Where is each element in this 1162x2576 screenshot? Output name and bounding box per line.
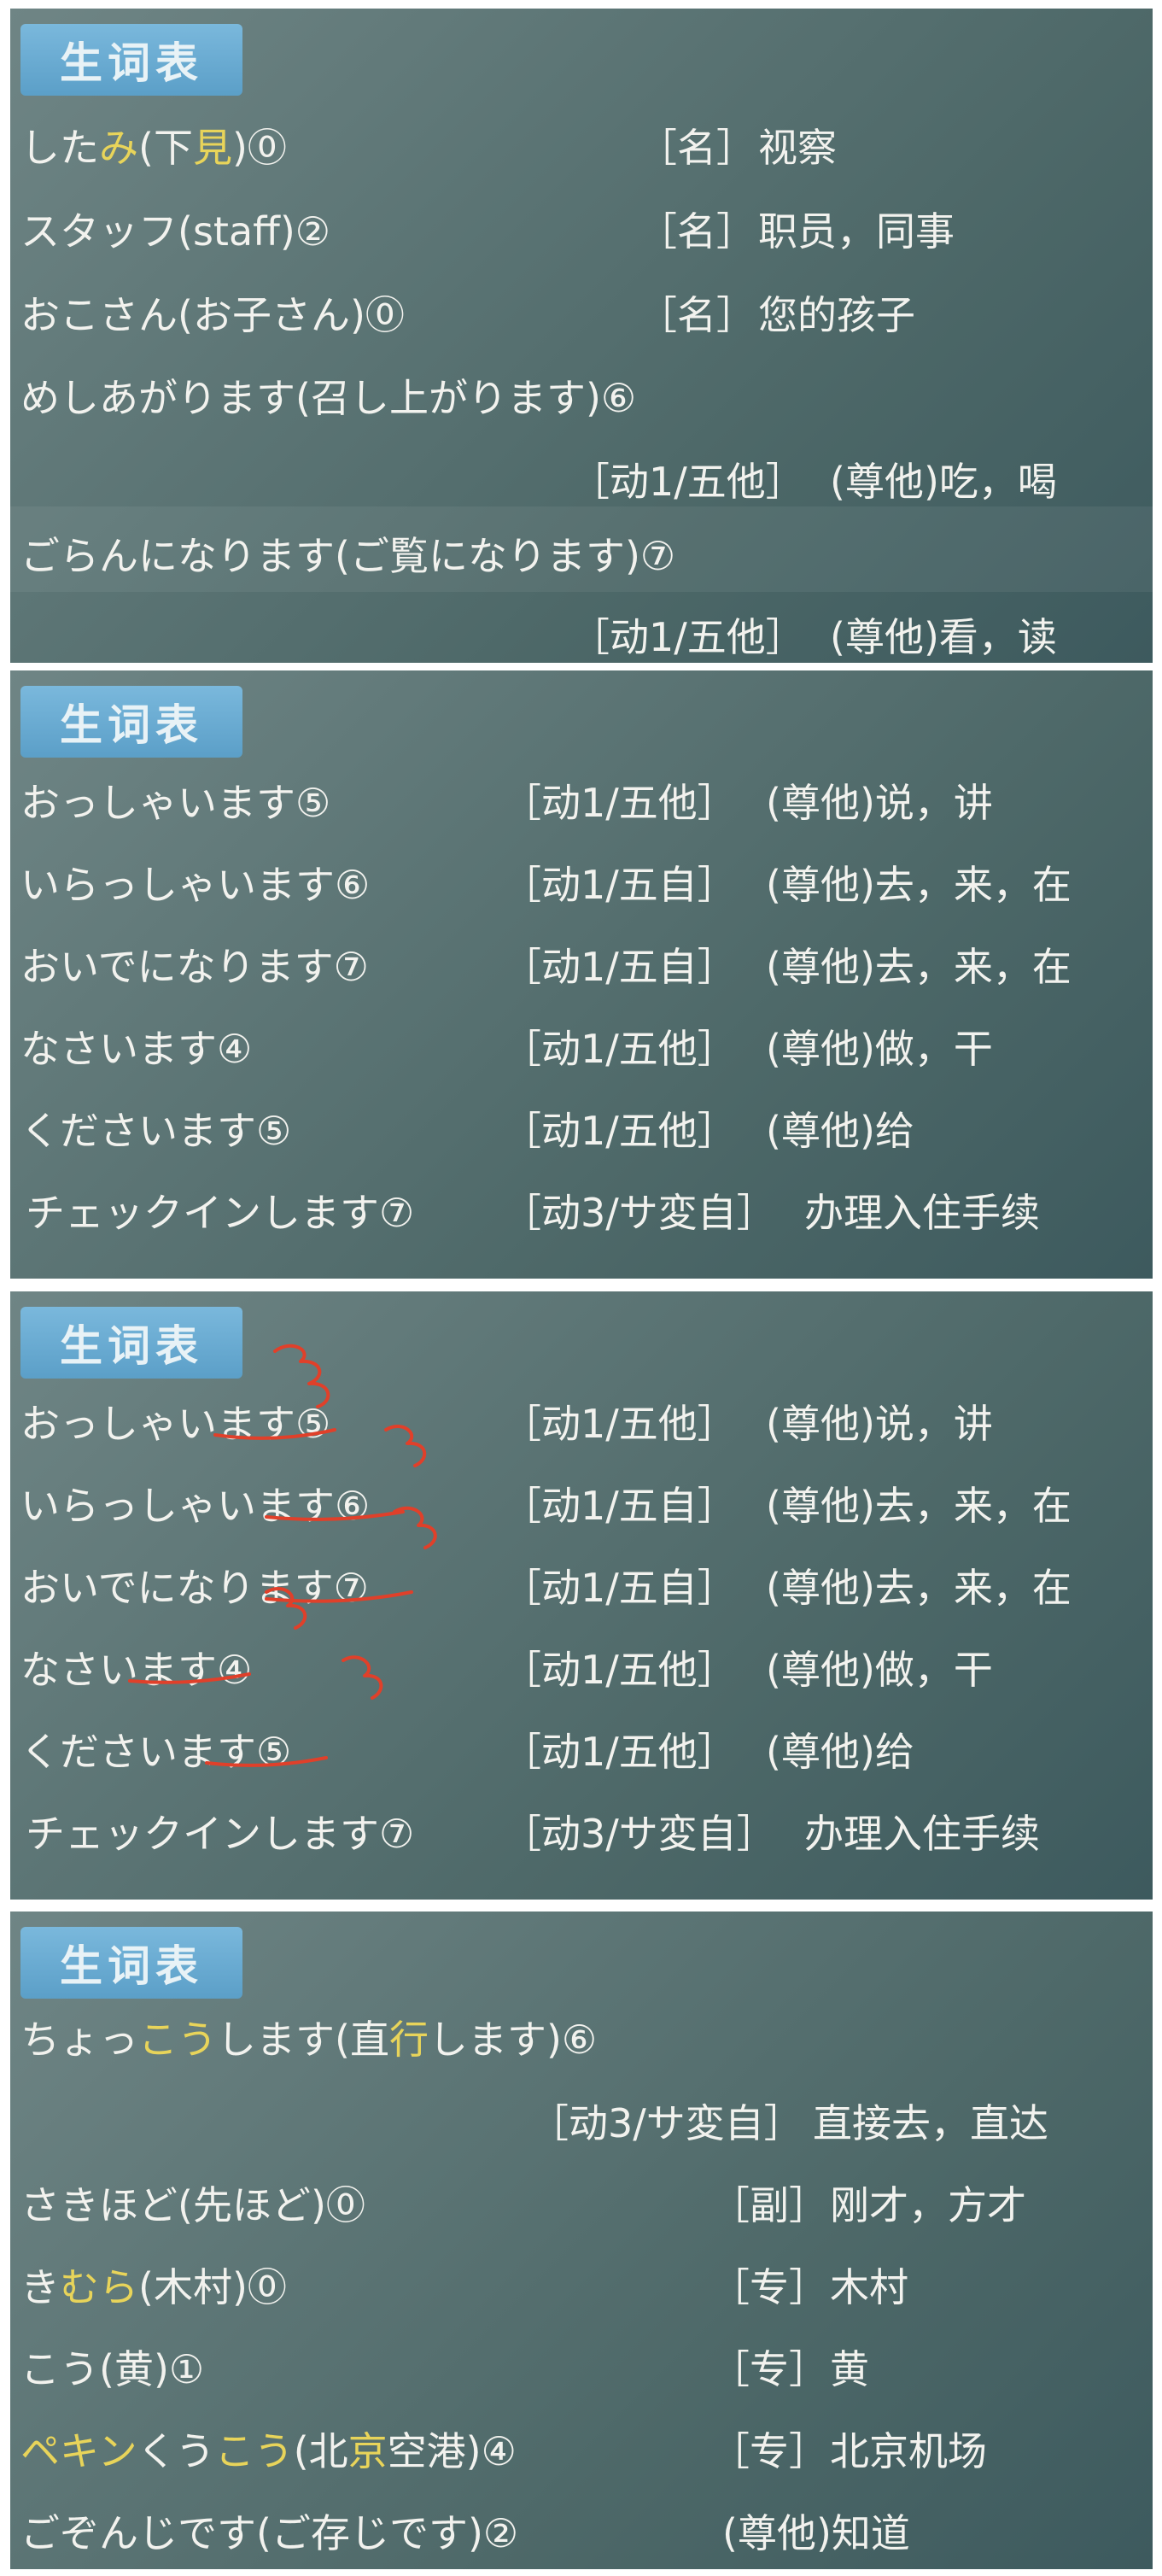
gloss: (尊他)给 <box>766 1108 914 1154</box>
gloss: (尊他)说，讲 <box>766 780 993 826</box>
word-chokkou: ちょっこうします(直行します)⑥ <box>20 2016 597 2064</box>
word-osshaimasu: おっしゃいます⑤ <box>20 780 331 826</box>
part-of-speech: ［专］ <box>710 2264 828 2310</box>
word-part: します(直 <box>217 2017 389 2063</box>
word-part-highlight: こう <box>214 2428 294 2474</box>
gloss: 职员，同事 <box>758 208 955 255</box>
underline-mark <box>205 1756 328 1767</box>
gloss: 黄 <box>830 2346 869 2392</box>
word-part: (北 <box>293 2428 348 2474</box>
word-kou: こう(黄)① <box>20 2346 205 2392</box>
gloss: 视察 <box>758 125 837 171</box>
word-part-highlight: 京 <box>347 2428 388 2474</box>
word-oideninarimasu: おいでになります⑦ <box>20 944 369 990</box>
word-meshiagarimasu: めしあがります(召し上がります)⑥ <box>20 375 637 421</box>
word-irasshaimasu: いらっしゃいます⑥ <box>20 862 371 908</box>
vocab-panel-4: 生词表 ちょっこうします(直行します)⑥ ［动3/サ変自］ 直接去，直达 さきほ… <box>10 1912 1153 2569</box>
word-part-highlight: 行 <box>388 2017 429 2063</box>
word-chekkuin: チェックインします⑦ <box>26 1190 415 1236</box>
part-of-speech: ［动1/五他］ <box>502 1026 737 1072</box>
word-part-highlight: キン <box>60 2428 137 2474</box>
word-part: ) <box>231 125 248 171</box>
word-okosan: おこさん(お子さん)⓪ <box>20 292 405 338</box>
word-shitami: したみ(下見)⓪ <box>20 124 287 172</box>
part-of-speech: ［动1/五他］ <box>502 1108 737 1154</box>
accent-wave-mark <box>384 1425 427 1467</box>
gloss: 办理入住手续 <box>804 1190 1040 1236</box>
word-part: (下 <box>138 125 193 171</box>
word-part: )④ <box>465 2428 517 2474</box>
vocab-panel-3: 生词表 おっしゃいます⑤ ［动1/五他］ (尊他)说，讲 いらっしゃいます⑥ ［… <box>10 1291 1153 1900</box>
part-of-speech: ［名］ <box>638 292 756 338</box>
word-part: ちょっ <box>20 2017 138 2063</box>
part-of-speech: ［名］ <box>638 208 756 255</box>
word-nasaimasu: なさいます④ <box>20 1026 253 1072</box>
word-part: 空港 <box>387 2428 466 2474</box>
word-part-highlight: むら <box>60 2264 138 2310</box>
part-of-speech: ［动3/サ変自］ <box>502 1190 776 1236</box>
underline-mark <box>128 1672 251 1684</box>
gloss: (尊他)去，来，在 <box>766 944 1071 990</box>
vocab-badge: 生词表 <box>20 686 242 758</box>
vocab-badge: 生词表 <box>20 24 242 96</box>
part-of-speech: ［动1/五他］ <box>570 459 805 505</box>
word-part-highlight: ペ <box>20 2428 60 2474</box>
word-part-highlight: こう <box>138 2017 217 2063</box>
gloss: (尊他)吃，喝 <box>830 459 1057 505</box>
part-of-speech: ［动1/五自］ <box>502 944 737 990</box>
underline-mark <box>265 1510 405 1521</box>
gloss: (尊他)知道 <box>722 2510 910 2556</box>
gloss: 木村 <box>830 2264 908 2310</box>
part-of-speech: ［专］ <box>710 2346 828 2392</box>
gloss: (尊他)去，来，在 <box>766 862 1071 908</box>
word-goran: ごらんになります(ご覧になります)⑦ <box>20 533 676 579</box>
accent-wave-mark <box>342 1655 383 1700</box>
accent-wave-mark <box>265 1587 307 1630</box>
word-pekinkuukou: ペキンくうこう(北京空港)④ <box>20 2427 517 2475</box>
word-sakihodo: さきほど(先ほど)⓪ <box>20 2182 365 2228</box>
accent-wave-mark <box>393 1506 437 1549</box>
vocab-panel-1: 生词表 したみ(下見)⓪ ［名］ 视察 スタッフ(staff)② ［名］ 职员，… <box>10 9 1153 663</box>
vocab-badge: 生词表 <box>20 1927 242 1999</box>
word-staff: スタッフ(staff)② <box>20 208 331 255</box>
word-part: き <box>20 2264 60 2310</box>
gloss: (尊他)做，干 <box>766 1026 993 1072</box>
word-gozonji: ごぞんじです(ご存じです)② <box>20 2510 519 2556</box>
gloss: 北京机场 <box>830 2428 987 2474</box>
word-kudasaimasu: くださいます⑤ <box>20 1108 292 1154</box>
part-of-speech: ［动1/五他］ <box>570 614 805 660</box>
word-part: くう <box>137 2428 215 2474</box>
part-of-speech: ［动1/五他］ <box>502 780 737 826</box>
part-of-speech: ［动1/五自］ <box>502 862 737 908</box>
accent-wave-mark <box>273 1344 330 1408</box>
vocab-panel-2: 生词表 おっしゃいます⑤ ［动1/五他］ (尊他)说，讲 いらっしゃいます⑥ ［… <box>10 670 1153 1279</box>
gloss: 您的孩子 <box>758 292 915 338</box>
part-of-speech: ［名］ <box>638 125 756 171</box>
part-of-speech: ［专］ <box>710 2428 828 2474</box>
word-part: (木村)⓪ <box>138 2264 287 2310</box>
handwritten-annotations <box>128 1344 437 1767</box>
accent-mark: ⓪ <box>247 125 287 171</box>
underline-mark <box>213 1428 336 1440</box>
part-of-speech: ［动3/サ変自］ <box>529 2100 803 2146</box>
gloss: 刚才，方才 <box>830 2182 1026 2228</box>
gloss: 直接去，直达 <box>813 2100 1048 2146</box>
word-part: します)⑥ <box>428 2017 598 2063</box>
gloss: (尊他)看，读 <box>830 614 1057 660</box>
word-kimura: きむら(木村)⓪ <box>20 2263 287 2311</box>
word-part-highlight: み <box>99 125 138 171</box>
word-part: した <box>20 125 99 171</box>
part-of-speech: ［副］ <box>710 2182 828 2228</box>
word-part-highlight: 見 <box>192 125 232 171</box>
